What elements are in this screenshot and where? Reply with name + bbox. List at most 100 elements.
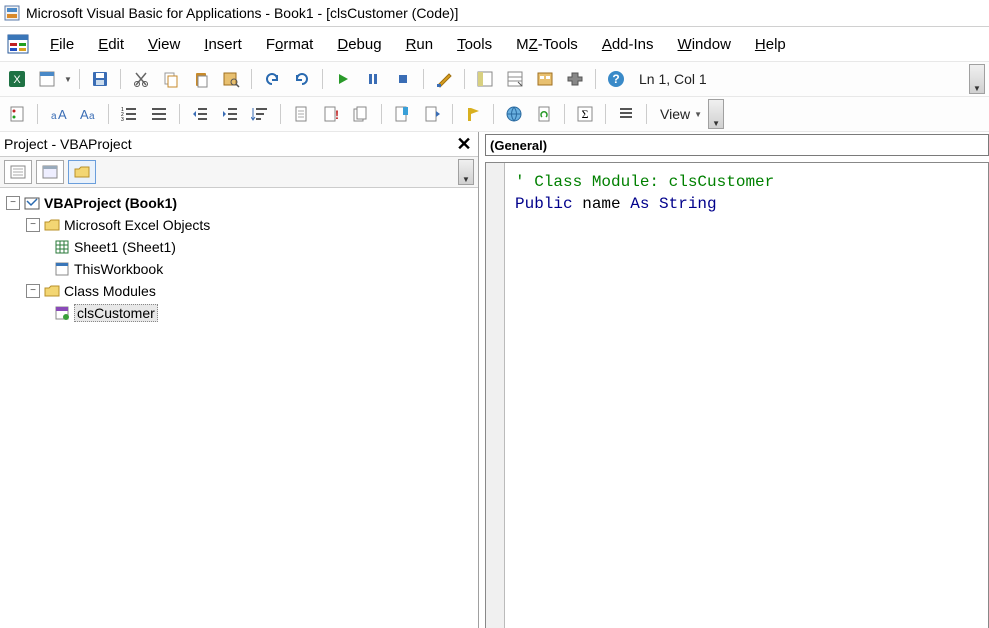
menu-window[interactable]: Window	[668, 34, 741, 55]
collapse-icon[interactable]: −	[26, 284, 40, 298]
code-kw-as-string: As String	[630, 195, 716, 213]
separator	[452, 104, 453, 124]
save-button[interactable]	[87, 66, 113, 92]
tree-item-label: clsCustomer	[74, 304, 158, 322]
svg-text:A: A	[58, 107, 67, 122]
menu-edit[interactable]: Edit	[88, 34, 134, 55]
tb2-doc-bang-button[interactable]: !	[318, 101, 344, 127]
tree-item-thisworkbook[interactable]: ThisWorkbook	[2, 258, 476, 280]
run-button[interactable]	[330, 66, 356, 92]
copy-button[interactable]	[158, 66, 184, 92]
object-combo[interactable]: (General)	[485, 134, 989, 156]
tb2-flag-button[interactable]	[460, 101, 486, 127]
view-menu-label[interactable]: View	[654, 106, 690, 122]
tree-root-label: VBAProject (Book1)	[44, 195, 177, 211]
tb2-web-button[interactable]	[501, 101, 527, 127]
separator	[564, 104, 565, 124]
tree-item-label: ThisWorkbook	[74, 261, 163, 277]
collapse-icon[interactable]: −	[6, 196, 20, 210]
tb2-doc-button[interactable]	[288, 101, 314, 127]
menu-bar: File Edit View Insert Format Debug Run T…	[0, 27, 989, 62]
view-dropdown[interactable]: ▼	[694, 102, 702, 126]
code-ident-name: name	[573, 195, 631, 213]
tree-folder-class-modules[interactable]: − Class Modules	[2, 280, 476, 302]
menu-format[interactable]: Format	[256, 34, 324, 55]
folder-icon	[44, 217, 60, 233]
design-mode-button[interactable]	[431, 66, 457, 92]
tb2-case-small-button[interactable]: aA	[45, 101, 71, 127]
find-button[interactable]	[218, 66, 244, 92]
cut-button[interactable]	[128, 66, 154, 92]
reset-button[interactable]	[390, 66, 416, 92]
tree-item-clscustomer[interactable]: clsCustomer	[2, 302, 476, 324]
code-frame: ' Class Module: clsCustomer Public name …	[485, 162, 989, 628]
tree-root[interactable]: − VBAProject (Book1)	[2, 192, 476, 214]
toolbox-button[interactable]	[562, 66, 588, 92]
properties-button[interactable]	[502, 66, 528, 92]
toolbar2-overflow[interactable]: ▼	[708, 99, 724, 129]
break-button[interactable]	[360, 66, 386, 92]
insert-dropdown[interactable]: ▼	[64, 67, 72, 91]
tb2-sort-button[interactable]	[247, 101, 273, 127]
project-explorer-button[interactable]	[472, 66, 498, 92]
menu-mztools[interactable]: MZ-Tools	[506, 34, 588, 55]
toggle-folders-button[interactable]	[68, 160, 96, 184]
project-pane-toolbar: ▼	[0, 156, 478, 188]
insert-module-button[interactable]	[34, 66, 60, 92]
code-line-1: ' Class Module: clsCustomer	[515, 173, 774, 191]
menu-help[interactable]: Help	[745, 34, 796, 55]
toolbar-overflow[interactable]: ▼	[969, 64, 985, 94]
vba-app-icon	[4, 5, 20, 21]
view-code-button[interactable]	[4, 160, 32, 184]
tb2-list-button[interactable]	[613, 101, 639, 127]
separator	[280, 104, 281, 124]
menu-addins[interactable]: Add-Ins	[592, 34, 664, 55]
excel-button[interactable]: X	[4, 66, 30, 92]
undo-button[interactable]	[259, 66, 285, 92]
menu-run[interactable]: Run	[396, 34, 444, 55]
separator	[381, 104, 382, 124]
tb2-doc-stack-button[interactable]	[348, 101, 374, 127]
menu-file[interactable]: File	[40, 34, 84, 55]
tree-folder-excel-objects[interactable]: − Microsoft Excel Objects	[2, 214, 476, 236]
svg-text:a: a	[89, 111, 95, 122]
window-title: Microsoft Visual Basic for Applications …	[26, 5, 458, 21]
redo-button[interactable]	[289, 66, 315, 92]
workspace: Project - VBAProject ✕ ▼ − VBAProject (B…	[0, 132, 989, 628]
object-combo-value: (General)	[490, 138, 547, 153]
workbook-icon	[54, 261, 70, 277]
object-browser-button[interactable]	[532, 66, 558, 92]
menu-debug[interactable]: Debug	[327, 34, 391, 55]
tb2-case-large-button[interactable]: Aa	[75, 101, 101, 127]
tree-item-sheet1[interactable]: Sheet1 (Sheet1)	[2, 236, 476, 258]
help-button[interactable]: ?	[603, 66, 629, 92]
tb2-indent-in-button[interactable]	[217, 101, 243, 127]
tb2-sigma-button[interactable]: Σ	[572, 101, 598, 127]
tb2-indent-out-button[interactable]	[187, 101, 213, 127]
close-pane-button[interactable]: ✕	[454, 134, 474, 154]
project-icon	[24, 195, 40, 211]
code-editor[interactable]: ' Class Module: clsCustomer Public name …	[505, 163, 988, 628]
project-toolbar-overflow[interactable]: ▼	[458, 159, 474, 185]
code-gutter[interactable]	[486, 163, 505, 628]
view-object-button[interactable]	[36, 160, 64, 184]
project-tree[interactable]: − VBAProject (Book1) − Microsoft Excel O…	[0, 188, 478, 628]
tb2-btn-1[interactable]	[4, 101, 30, 127]
svg-text:A: A	[80, 107, 89, 122]
collapse-icon[interactable]: −	[26, 218, 40, 232]
menu-insert[interactable]: Insert	[194, 34, 252, 55]
separator	[37, 104, 38, 124]
tb2-list-num-button[interactable]: 123	[116, 101, 142, 127]
separator	[322, 69, 323, 89]
code-combo-row: (General)	[485, 132, 989, 160]
svg-text:!: !	[335, 108, 339, 122]
paste-button[interactable]	[188, 66, 214, 92]
tb2-bookmark-next-button[interactable]	[419, 101, 445, 127]
tb2-refresh-doc-button[interactable]	[531, 101, 557, 127]
form-icon	[6, 32, 30, 56]
project-pane-header: Project - VBAProject ✕	[0, 132, 478, 156]
tb2-list-align-button[interactable]	[146, 101, 172, 127]
menu-tools[interactable]: Tools	[447, 34, 502, 55]
menu-view[interactable]: View	[138, 34, 190, 55]
tb2-bookmark-button[interactable]	[389, 101, 415, 127]
